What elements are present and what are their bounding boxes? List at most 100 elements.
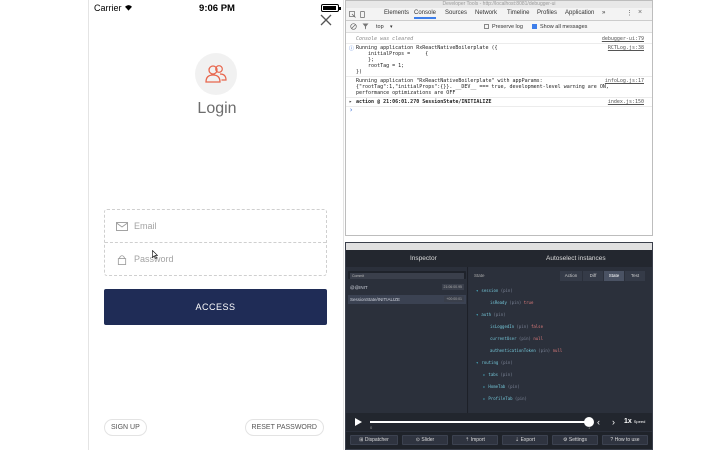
action-item[interactable]: SessionState/INITIALIZE +00:00:01	[348, 295, 466, 304]
tab-overflow[interactable]: »	[602, 10, 605, 16]
console-source-link[interactable]: infoLog.js:17	[605, 78, 644, 84]
state-key: isLoggedIn	[490, 324, 517, 329]
state-value: null	[552, 348, 563, 353]
tree-toggle-icon[interactable]: ▸	[483, 396, 485, 401]
export-button[interactable]: ⇣ Export	[502, 435, 548, 445]
access-button[interactable]: ACCESS	[104, 289, 327, 325]
state-type: (pin)	[516, 324, 531, 329]
how-to-use-button[interactable]: ? How to use	[602, 435, 648, 445]
tab-state[interactable]: State	[604, 271, 624, 281]
slider-track[interactable]	[370, 421, 590, 423]
state-tree-node[interactable]: ▸ HomeTab (pin)	[483, 384, 520, 389]
state-key: isReady	[490, 300, 510, 305]
devtools-title: Developer Tools - http://localhost:8081/…	[346, 1, 652, 8]
email-field[interactable]: Email	[105, 210, 326, 243]
action-filter-input[interactable]: filter... Commit	[348, 271, 466, 279]
redux-header: Inspector Autoselect instances	[346, 250, 652, 267]
settings-button[interactable]: ⚙ Settings	[552, 435, 598, 445]
slider-button[interactable]: ⊙ Slider	[402, 435, 448, 445]
play-icon[interactable]	[355, 418, 362, 426]
import-label: Import	[470, 437, 485, 443]
import-button[interactable]: ⇡ Import	[452, 435, 498, 445]
desktop-screen: Carrier 9:06 PM Login Email Password ACC…	[0, 0, 720, 450]
expand-arrow-icon[interactable]: ▸	[349, 99, 352, 105]
console-source-link[interactable]: index.js:150	[608, 99, 644, 105]
preserve-log-checkbox[interactable]	[484, 24, 489, 29]
action-name: SessionState/INITIALIZE	[350, 297, 401, 302]
devtools-tab-bar: Elements Console Sources Network Timelin…	[346, 8, 652, 21]
instances-selector[interactable]: Autoselect instances	[546, 255, 606, 262]
state-tree-node[interactable]: isReady (pin) true	[490, 300, 533, 305]
login-form: Email Password	[104, 209, 327, 276]
inspect-element-icon[interactable]	[349, 11, 356, 18]
speed-value: 1x	[624, 418, 632, 425]
action-item[interactable]: @@INIT 21:06:00.95	[348, 283, 466, 292]
state-tree-node[interactable]: isLoggedIn (pin) false	[490, 324, 543, 329]
close-devtools-icon[interactable]: ×	[638, 9, 642, 16]
inspector-label[interactable]: Inspector	[410, 255, 437, 262]
tab-sources[interactable]: Sources	[445, 10, 467, 16]
state-value: true	[523, 300, 534, 305]
tab-test[interactable]: Test	[625, 271, 645, 281]
tree-toggle-icon[interactable]: ▾	[476, 312, 478, 317]
state-type: (pin)	[500, 288, 513, 293]
reset-password-button[interactable]: RESET PASSWORD	[244, 419, 324, 436]
action-name: @@INIT	[350, 285, 368, 290]
step-forward-icon[interactable]: ›	[612, 417, 615, 427]
console-prompt[interactable]: ›	[349, 106, 353, 114]
context-selector[interactable]: top	[376, 24, 384, 30]
settings-label: Settings	[568, 437, 587, 443]
state-tree-node[interactable]: ▸ tabs (pin)	[483, 372, 513, 377]
tab-action[interactable]: Action	[560, 271, 582, 281]
tree-toggle-icon[interactable]: ▾	[476, 360, 478, 365]
email-placeholder: Email	[134, 221, 157, 231]
tab-diff[interactable]: Diff	[583, 271, 603, 281]
close-icon[interactable]	[319, 13, 333, 27]
tab-network[interactable]: Network	[475, 10, 497, 16]
lock-icon	[117, 255, 127, 265]
console-source-link[interactable]: debugger-ui:79	[602, 36, 644, 42]
state-tree-node[interactable]: authenticationToken (pin) null	[490, 348, 562, 353]
speed-unit: Speed	[633, 419, 646, 424]
console-divider	[346, 106, 652, 107]
tab-profiles[interactable]: Profiles	[537, 10, 557, 16]
how-to-use-label: How to use	[614, 437, 640, 443]
action-time: +00:00:01	[444, 296, 464, 302]
console-line: performance optimizations are OFF	[356, 90, 456, 96]
console-line: Console was cleared	[356, 36, 414, 42]
slider-label: Slider	[421, 437, 435, 443]
more-options-icon[interactable]: ⋮	[626, 9, 633, 17]
state-tree-node[interactable]: currentUser (pin) null	[490, 336, 543, 341]
mouse-cursor-icon	[152, 250, 158, 259]
step-back-icon[interactable]: ‹	[597, 417, 600, 427]
show-all-checkbox[interactable]	[532, 24, 537, 29]
tree-toggle-icon[interactable]: ▾	[476, 288, 478, 293]
console-line[interactable]: action @ 21:06:01.270 SessionState/INITI…	[356, 99, 491, 105]
state-tree-node[interactable]: ▾ auth (pin)	[476, 312, 506, 317]
clear-console-icon[interactable]	[350, 23, 357, 30]
tree-toggle-icon[interactable]: ▸	[483, 372, 485, 377]
state-key: authenticationToken	[490, 348, 539, 353]
tree-toggle-icon[interactable]: ▸	[483, 384, 485, 389]
state-type: (pin)	[538, 348, 553, 353]
tab-console[interactable]: Console	[414, 10, 437, 19]
commit-button[interactable]: Commit	[350, 273, 464, 279]
state-tree-node[interactable]: ▾ session (pin)	[476, 288, 513, 293]
tab-application[interactable]: Application	[565, 10, 594, 16]
console-source-link[interactable]: RCTLog.js:38	[608, 45, 644, 51]
state-tree-node[interactable]: ▸ ProfileTab (pin)	[483, 396, 527, 401]
state-type: (pin)	[500, 360, 513, 365]
sign-up-button[interactable]: SIGN UP	[104, 419, 147, 436]
filter-icon[interactable]	[362, 23, 369, 30]
device-mode-icon[interactable]	[359, 11, 366, 18]
battery-icon	[321, 4, 341, 12]
slider-start-tick: 0	[370, 425, 373, 430]
state-tree-node[interactable]: ▾ routing (pin)	[476, 360, 513, 365]
dispatcher-button[interactable]: ⊞ Dispatcher	[350, 435, 398, 445]
tab-elements[interactable]: Elements	[384, 10, 409, 16]
context-dropdown-icon[interactable]: ▾	[390, 24, 393, 30]
password-field[interactable]: Password	[105, 243, 326, 276]
speed-selector[interactable]: 1x Speed	[624, 418, 645, 425]
tab-timeline[interactable]: Timeline	[507, 10, 529, 16]
ios-simulator: Carrier 9:06 PM Login Email Password ACC…	[88, 0, 344, 450]
